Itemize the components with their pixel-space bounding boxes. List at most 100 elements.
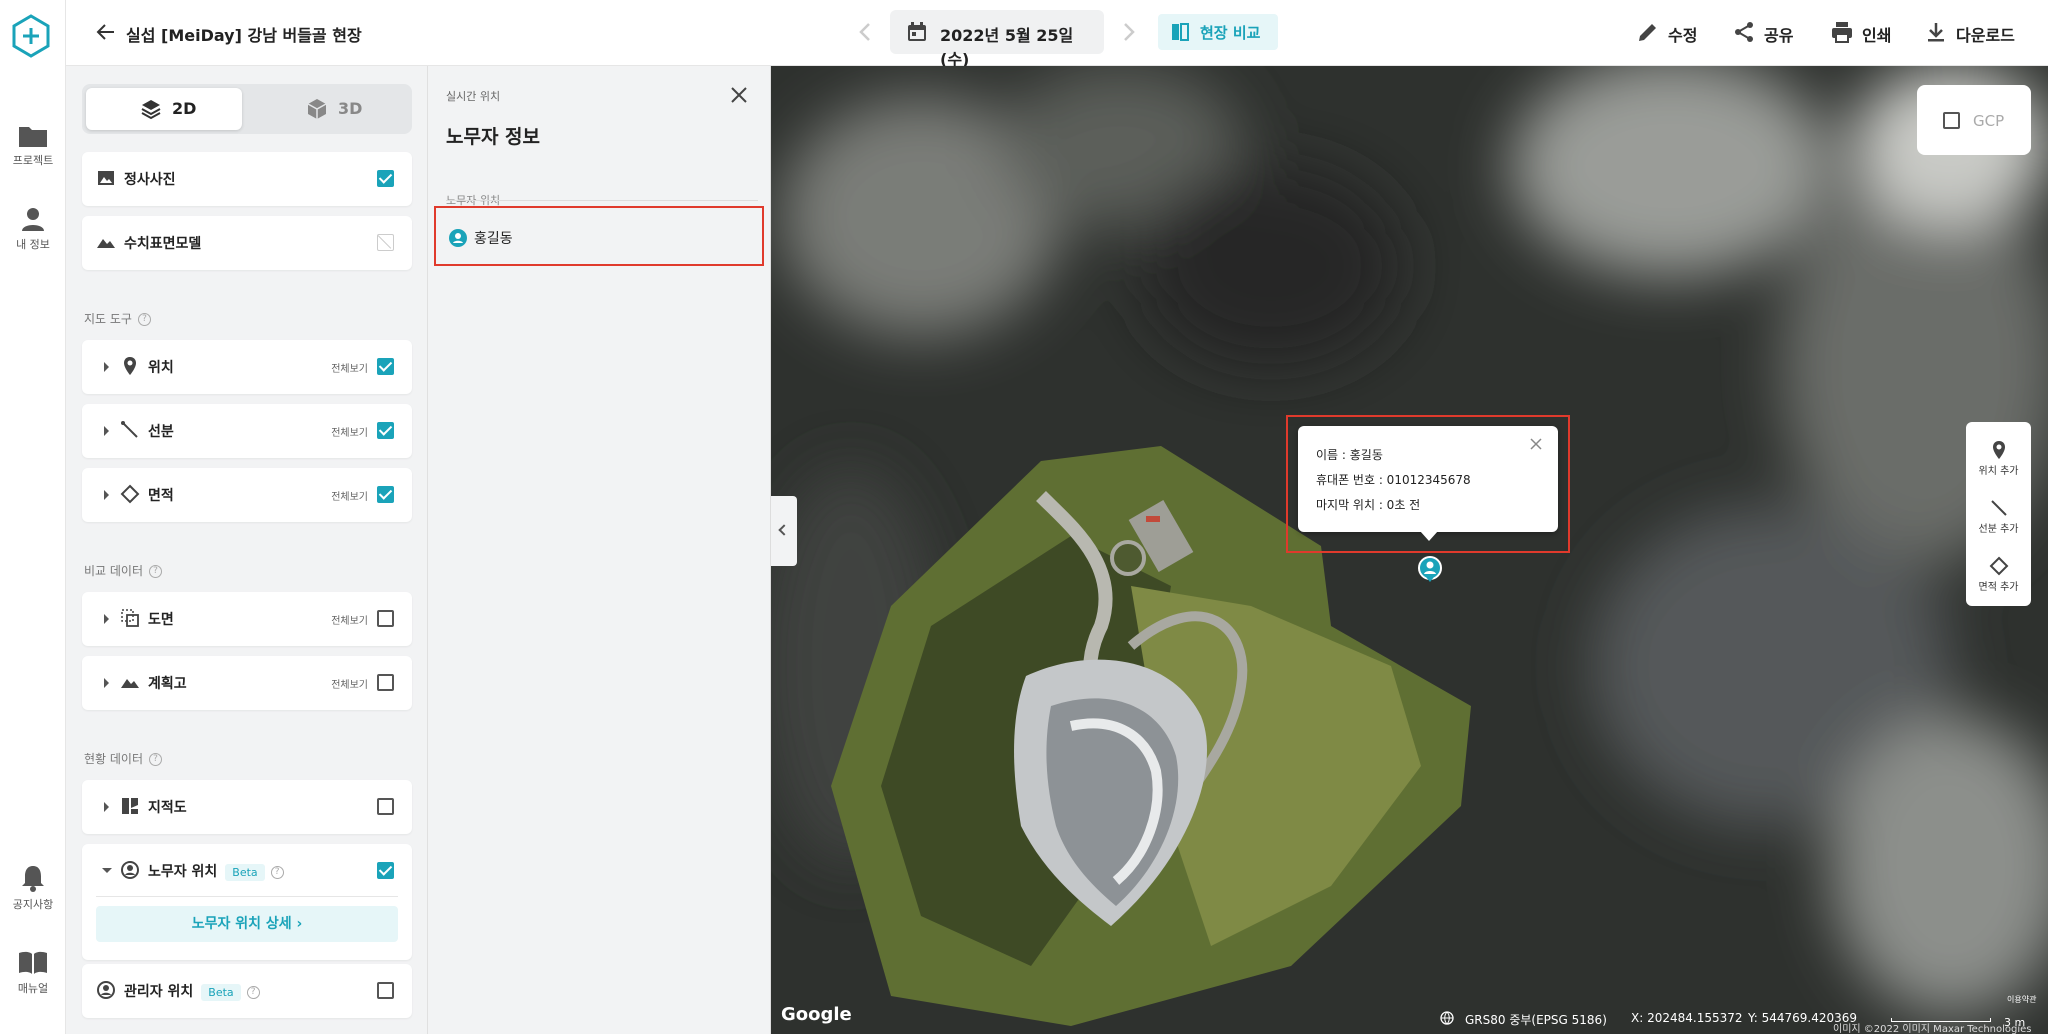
layer-manager-location[interactable]: 관리자 위치 Beta? <box>82 964 412 1018</box>
layers-panel: 2D 3D 정사사진 수치표면모델 지도 도구? 위치 전체보기 선분 전체보기… <box>66 66 428 1034</box>
next-date-icon[interactable] <box>1116 20 1140 44</box>
date-selector[interactable]: 2022년 5월 25일 (수) <box>890 10 1104 69</box>
layer-checkbox[interactable] <box>377 674 394 691</box>
compare-site-button[interactable]: 현장 비교 <box>1158 14 1278 50</box>
layer-label: 계획고 <box>148 676 187 692</box>
layer-checkbox[interactable] <box>377 358 394 375</box>
chevron-left-icon <box>778 524 790 536</box>
pin-icon <box>1992 441 2005 459</box>
popup-name: 이름 : 홍길동 <box>1316 448 1383 462</box>
collapse-caret-icon[interactable] <box>102 868 112 873</box>
layer-worker-location[interactable]: 노무자 위치 Beta? 노무자 위치 상세 › <box>82 844 412 960</box>
map-view[interactable]: GCP 위치 추가 선분 추가 면적 추가 이름 : 홍길동 휴대폰 번호 : … <box>771 66 2048 1034</box>
layer-checkbox[interactable] <box>377 486 394 503</box>
globe-icon[interactable] <box>1440 1011 1454 1025</box>
expand-caret-icon[interactable] <box>104 614 109 624</box>
show-all-label: 전체보기 <box>331 680 368 691</box>
cadastral-map-icon <box>122 798 138 814</box>
share-label: 공유 <box>1764 26 1794 45</box>
layer-orthophoto[interactable]: 정사사진 <box>82 152 412 206</box>
folder-icon <box>19 127 47 147</box>
layer-drawing[interactable]: 도면 전체보기 <box>82 592 412 646</box>
imagery-credit: 이미지 ©2022 이미지 Maxar Technologies <box>1833 1024 2032 1034</box>
person-circle-icon <box>97 981 115 999</box>
layer-label: 위치 <box>148 360 174 376</box>
help-icon[interactable]: ? <box>149 753 163 766</box>
view-3d-button[interactable]: 3D <box>252 88 408 130</box>
rail-item-notice[interactable]: 공지사항 <box>0 864 66 912</box>
expand-caret-icon[interactable] <box>104 678 109 688</box>
layer-location[interactable]: 위치 전체보기 <box>82 340 412 394</box>
calendar-icon <box>908 22 926 41</box>
map-tools-title: 지도 도구? <box>84 310 151 327</box>
google-logo: Google <box>781 1004 852 1025</box>
expand-caret-icon[interactable] <box>104 362 109 372</box>
layer-checkbox[interactable] <box>377 610 394 627</box>
rail-item-my-info[interactable]: 내 정보 <box>0 206 66 252</box>
edit-label: 수정 <box>1668 26 1698 45</box>
add-line-button[interactable]: 선분 추가 <box>1966 498 2031 535</box>
help-icon[interactable]: ? <box>149 565 163 578</box>
layer-checkbox[interactable] <box>377 862 394 879</box>
show-all-label: 전체보기 <box>331 616 368 627</box>
rail-item-projects[interactable]: 프로젝트 <box>0 124 66 168</box>
help-icon[interactable]: ? <box>137 313 151 326</box>
tool-label: 선분 추가 <box>1978 524 2019 535</box>
line-segment-icon <box>121 421 138 438</box>
compare-data-title: 비교 데이터? <box>84 562 163 579</box>
scale-label: 3 m <box>2004 1016 2026 1029</box>
view-mode-toggle: 2D 3D <box>82 84 412 134</box>
book-icon <box>19 951 47 974</box>
layer-area[interactable]: 면적 전체보기 <box>82 468 412 522</box>
rail-item-manual[interactable]: 매뉴얼 <box>0 950 66 996</box>
add-location-button[interactable]: 위치 추가 <box>1966 440 2031 477</box>
expand-caret-icon[interactable] <box>104 426 109 436</box>
layer-dsm[interactable]: 수치표면모델 <box>82 216 412 270</box>
terms-link[interactable]: 이용약관 <box>2007 994 2036 1005</box>
layer-checkbox[interactable] <box>377 170 394 187</box>
help-icon[interactable]: ? <box>246 985 260 999</box>
view-3d-label: 3D <box>338 99 363 118</box>
scale-bar <box>1891 1018 1991 1022</box>
bell-icon <box>22 866 44 892</box>
expand-caret-icon[interactable] <box>104 490 109 500</box>
layer-label: 면적 <box>148 488 174 504</box>
terrain-icon <box>97 239 115 248</box>
gcp-toggle[interactable]: GCP <box>1917 85 2031 155</box>
layer-line[interactable]: 선분 전체보기 <box>82 404 412 458</box>
view-2d-button[interactable]: 2D <box>86 88 242 130</box>
help-icon[interactable]: ? <box>270 865 284 879</box>
gcp-checkbox[interactable] <box>1943 112 1960 129</box>
tool-label: 위치 추가 <box>1978 466 2019 477</box>
line-segment-icon <box>1990 500 2007 516</box>
crs-label[interactable]: GRS80 중부(EPSG 5186) <box>1465 1011 1607 1028</box>
worker-avatar-icon <box>449 229 467 247</box>
layer-plan-height[interactable]: 계획고 전체보기 <box>82 656 412 710</box>
prev-date-icon[interactable] <box>854 20 878 44</box>
expand-caret-icon[interactable] <box>104 802 109 812</box>
status-data-title: 현황 데이터? <box>84 750 163 767</box>
layer-checkbox[interactable] <box>377 982 394 999</box>
close-icon[interactable] <box>1530 438 1542 450</box>
collapse-panel-tab[interactable] <box>771 496 797 566</box>
close-icon[interactable] <box>730 86 748 104</box>
rail-item-label: 매뉴얼 <box>17 982 49 995</box>
layer-checkbox[interactable] <box>377 798 394 815</box>
layer-checkbox[interactable] <box>377 422 394 439</box>
layers-icon <box>141 100 161 120</box>
app-logo-icon[interactable] <box>11 14 51 58</box>
download-label: 다운로드 <box>1956 26 2015 45</box>
back-arrow-icon[interactable] <box>94 20 118 44</box>
worker-marker-icon[interactable] <box>1417 556 1443 582</box>
beta-badge: Beta <box>225 864 265 881</box>
divider <box>96 896 398 897</box>
worker-detail-button[interactable]: 노무자 위치 상세 › <box>96 906 398 942</box>
pin-icon <box>124 357 136 375</box>
rail-item-label: 내 정보 <box>16 238 50 251</box>
rail-item-label: 공지사항 <box>12 898 54 911</box>
layer-cadastral[interactable]: 지적도 <box>82 780 412 834</box>
worker-list-item[interactable]: 홍길동 <box>434 206 764 266</box>
divider <box>446 200 758 201</box>
download-icon <box>1928 23 1944 42</box>
add-area-button[interactable]: 면적 추가 <box>1966 556 2031 593</box>
